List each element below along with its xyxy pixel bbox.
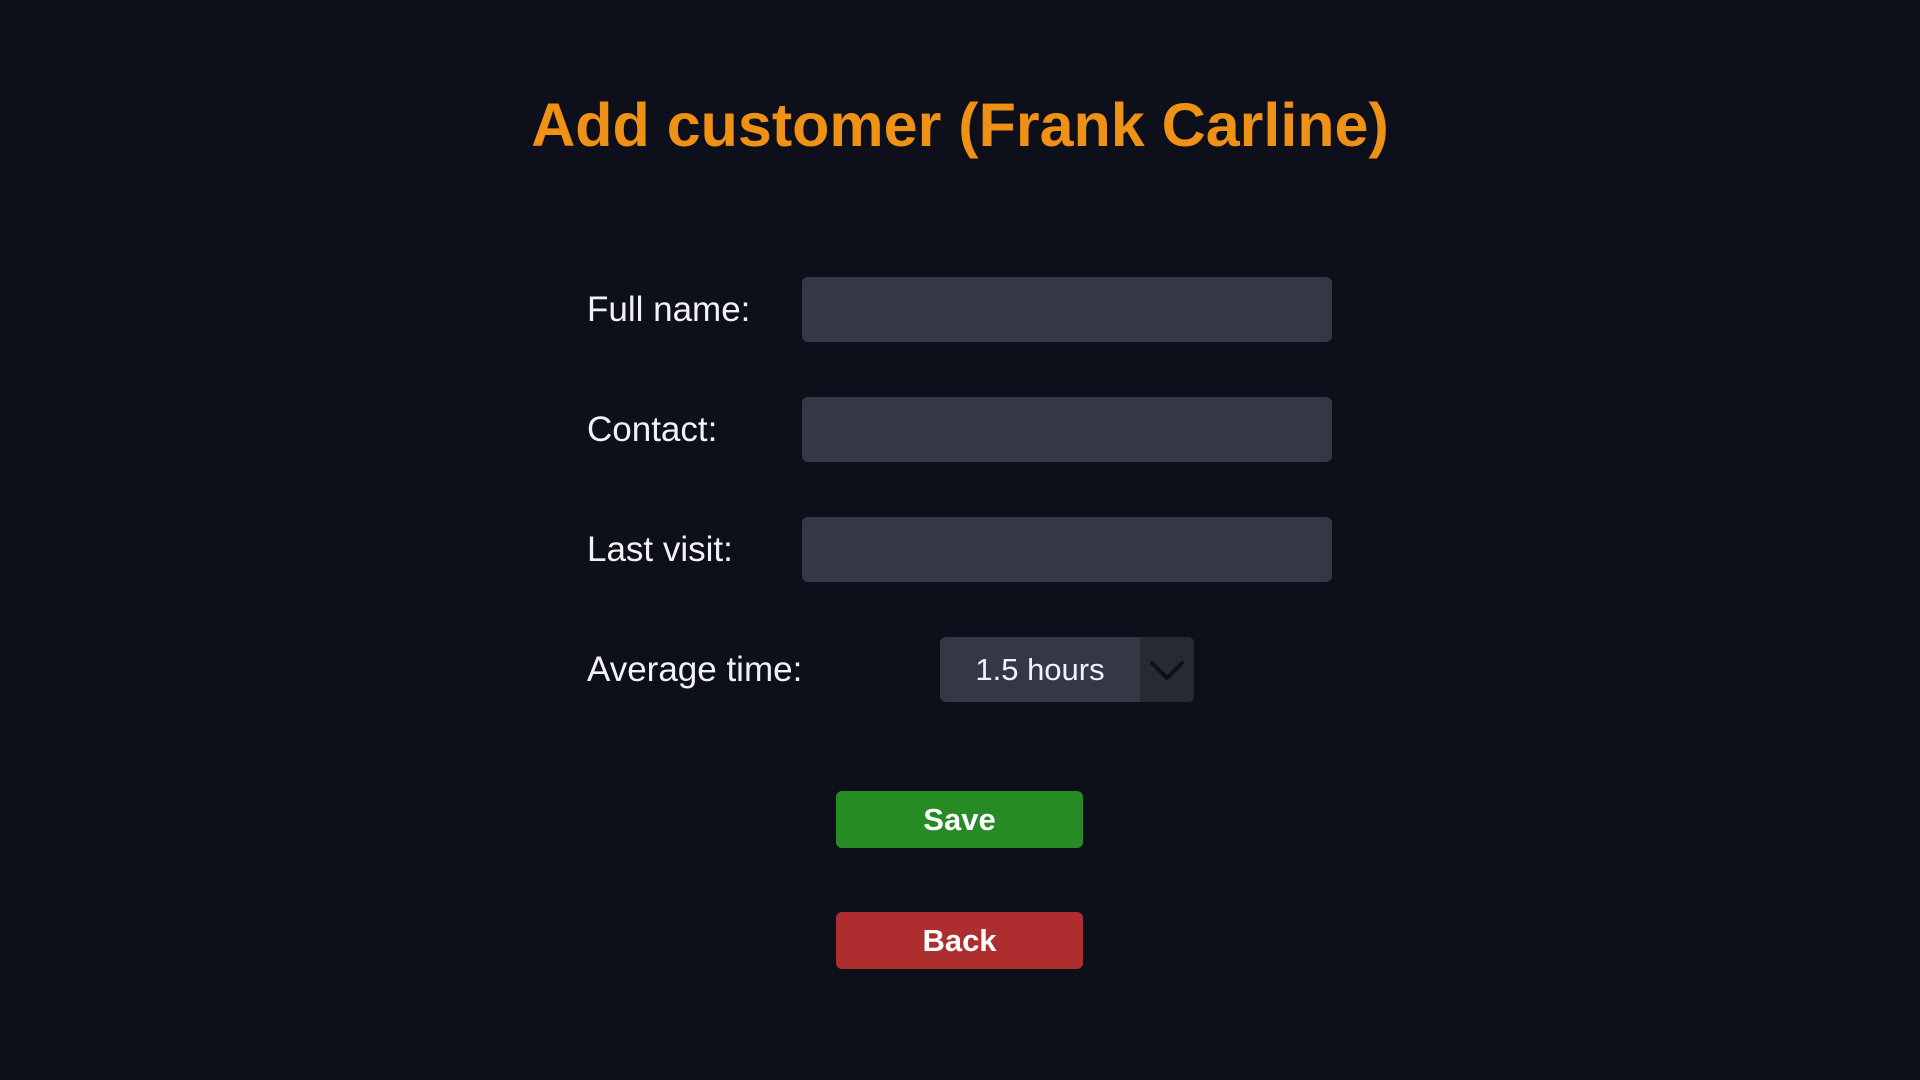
back-button[interactable]: Back [836,912,1083,969]
add-customer-page: Add customer (Frank Carline) Full name: … [0,0,1920,1080]
dropdown-toggle[interactable] [1140,637,1194,702]
last-visit-label: Last visit: [587,530,733,569]
average-time-selected-value: 1.5 hours [975,652,1105,687]
contact-input[interactable] [802,397,1332,462]
full-name-input[interactable] [802,277,1332,342]
average-time-select[interactable]: 1.5 hours [940,637,1194,702]
last-visit-input[interactable] [802,517,1332,582]
save-button[interactable]: Save [836,791,1083,848]
chevron-down-icon [1150,660,1184,680]
page-title: Add customer (Frank Carline) [531,91,1389,159]
full-name-label: Full name: [587,290,751,329]
average-time-label: Average time: [587,650,803,689]
contact-label: Contact: [587,410,718,449]
